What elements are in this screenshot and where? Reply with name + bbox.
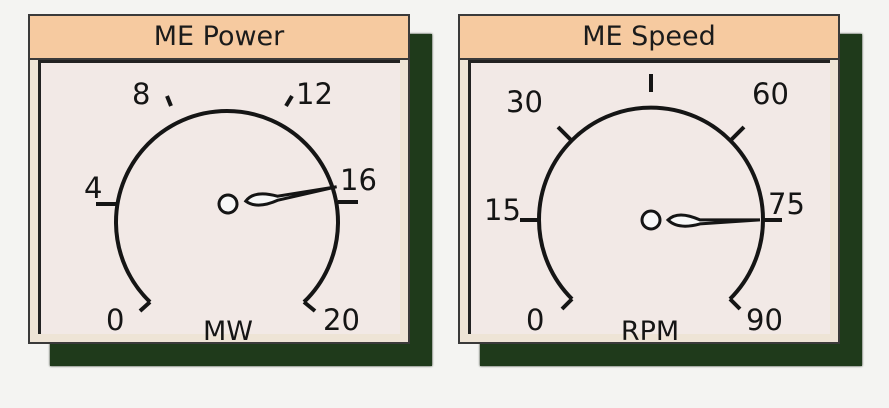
gauge-needle (217, 185, 337, 215)
tick-label-90: 90 (746, 303, 783, 337)
tick-label-0: 0 (526, 303, 544, 337)
tick-label-30: 30 (506, 85, 543, 119)
tick-label-0: 0 (106, 303, 124, 337)
dial-arc (537, 105, 765, 301)
tick-label-60: 60 (752, 77, 789, 111)
gauge-needle (640, 209, 761, 231)
tick-label-15: 15 (484, 193, 521, 227)
tick-12 (284, 94, 294, 108)
unit-label: RPM (621, 316, 679, 344)
tick-label-20: 20 (323, 303, 360, 337)
gauge-dial: 0 4 8 12 16 20 MW (84, 77, 377, 344)
gauge-dial: 0 15 30 60 75 90 RPM (484, 74, 805, 344)
tick-label-12: 12 (296, 77, 333, 111)
tick-0 (560, 297, 574, 311)
tick-label-16: 16 (340, 163, 377, 197)
me-speed-gauge-panel: ME Speed 0 15 30 60 75 90 RPM (458, 14, 862, 366)
tick-30 (556, 125, 574, 143)
tick-label-75: 75 (768, 187, 805, 221)
tick-label-8: 8 (132, 77, 150, 111)
tick-8 (165, 95, 173, 107)
tick-label-4: 4 (84, 171, 102, 205)
tick-60 (728, 125, 746, 143)
tick-20 (302, 300, 317, 313)
unit-label: MW (203, 316, 253, 344)
tick-0 (138, 300, 152, 313)
tick-90 (728, 297, 742, 311)
me-power-gauge-panel: ME Power 0 4 8 12 16 20 MW (28, 14, 432, 366)
